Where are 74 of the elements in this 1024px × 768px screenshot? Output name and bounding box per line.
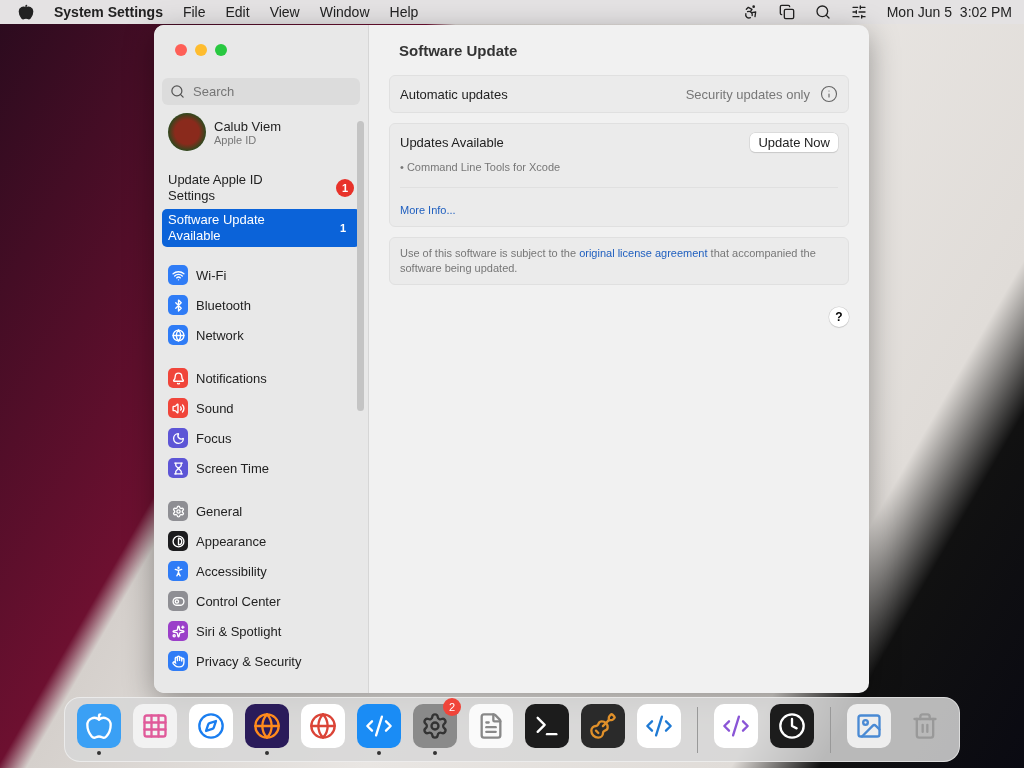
sidebar-item[interactable]: Notifications — [162, 363, 360, 393]
item-label: Notifications — [196, 370, 267, 386]
sidebar-item[interactable]: Sound — [162, 393, 360, 423]
sidebar-item[interactable]: Siri & Spotlight — [162, 616, 360, 646]
menu-app-name[interactable]: System Settings — [54, 4, 163, 20]
sidebar-item[interactable]: General — [162, 496, 360, 526]
code-editor-icon[interactable] — [637, 704, 681, 748]
sidebar-notice[interactable]: Update Apple ID Settings 1 — [162, 169, 360, 207]
item-label: Privacy & Security — [196, 653, 302, 669]
clock-icon[interactable] — [770, 704, 814, 748]
menu-clock[interactable]: Mon Jun 5 3:02 PM — [886, 4, 1012, 20]
guitar-icon[interactable] — [581, 704, 625, 748]
sidebar-item[interactable]: Control Center — [162, 586, 360, 616]
close-button[interactable] — [175, 44, 187, 56]
menu-item[interactable]: File — [182, 4, 206, 20]
app-grid-icon[interactable] — [133, 704, 177, 748]
setting-value: Security updates only — [685, 86, 810, 102]
control-center-icon[interactable] — [850, 4, 867, 20]
update-item: • Command Line Tools for Xcode — [400, 160, 562, 175]
terminal-icon[interactable] — [525, 704, 569, 748]
notification-badge: 2 — [443, 698, 461, 716]
item-label: Sound — [196, 400, 234, 416]
apple-icon[interactable] — [18, 4, 34, 20]
search-icon — [170, 84, 185, 99]
item-label: Focus — [196, 430, 232, 446]
info-icon[interactable] — [820, 85, 838, 103]
item-label: Screen Time — [196, 460, 269, 476]
sidebar-notice[interactable]: Software Update Available 1 — [162, 209, 360, 247]
update-now-button[interactable]: Update Now — [750, 132, 838, 152]
notice-count: 1 — [336, 179, 354, 197]
account-subtitle: Apple ID — [214, 133, 258, 146]
search-input[interactable]: Search — [191, 83, 345, 100]
license-link[interactable]: original license agreement — [579, 247, 708, 259]
notice-label: Update Apple ID Settings — [168, 172, 264, 204]
item-label: Appearance — [196, 533, 267, 549]
help-button[interactable]: ? — [829, 307, 849, 327]
sidebar-item[interactable]: Wi-Fi — [162, 260, 360, 290]
fox-globe-icon[interactable] — [245, 704, 289, 748]
notice-label: Software Update Available — [168, 212, 266, 244]
sidebar-item[interactable]: Accessibility — [162, 556, 360, 586]
sidebar-item[interactable]: Appearance — [162, 526, 360, 556]
photos-folder-icon[interactable] — [847, 704, 891, 748]
menu-item[interactable]: Help — [389, 4, 419, 20]
window-title: Software Update — [399, 42, 519, 59]
notice-count: 1 — [338, 221, 348, 236]
compass-icon[interactable] — [189, 704, 233, 748]
menu-item[interactable]: Edit — [225, 4, 250, 20]
windows-icon[interactable] — [778, 4, 795, 20]
sidebar-item[interactable]: Bluetooth — [162, 290, 360, 320]
license-text: Use of this software is subject to the original license agreement that accompanied the software being updated. — [400, 246, 817, 276]
scrollbar-thumb[interactable] — [357, 121, 364, 411]
item-label: Wi-Fi — [196, 267, 227, 283]
avatar-circle[interactable] — [168, 113, 206, 151]
search-field[interactable]: Search — [162, 78, 360, 105]
accessibility-icon[interactable] — [742, 4, 759, 20]
item-label: General — [196, 503, 243, 519]
sidebar-item[interactable]: Focus — [162, 423, 360, 453]
gear-icon[interactable] — [413, 704, 457, 748]
item-label: Accessibility — [196, 563, 267, 579]
menu-item[interactable]: Window — [319, 4, 370, 20]
sidebar-item[interactable]: Screen Time — [162, 453, 360, 483]
setting-label: Automatic updates — [400, 86, 508, 102]
item-label: Control Center — [196, 593, 281, 609]
sidebar-item[interactable]: Privacy & Security — [162, 646, 360, 676]
item-label: Network — [196, 327, 244, 343]
sidebar-item[interactable]: Network — [162, 320, 360, 350]
notepad-icon[interactable] — [469, 704, 513, 748]
item-label: Siri & Spotlight — [196, 623, 282, 639]
item-label: Bluetooth — [196, 297, 251, 313]
search-icon[interactable] — [814, 4, 831, 20]
more-info-link[interactable]: More Info... — [400, 204, 456, 216]
account-name[interactable]: Calub Viem — [214, 118, 281, 134]
updates-heading: Updates Available — [400, 134, 504, 150]
menu-item[interactable]: View — [269, 4, 300, 20]
